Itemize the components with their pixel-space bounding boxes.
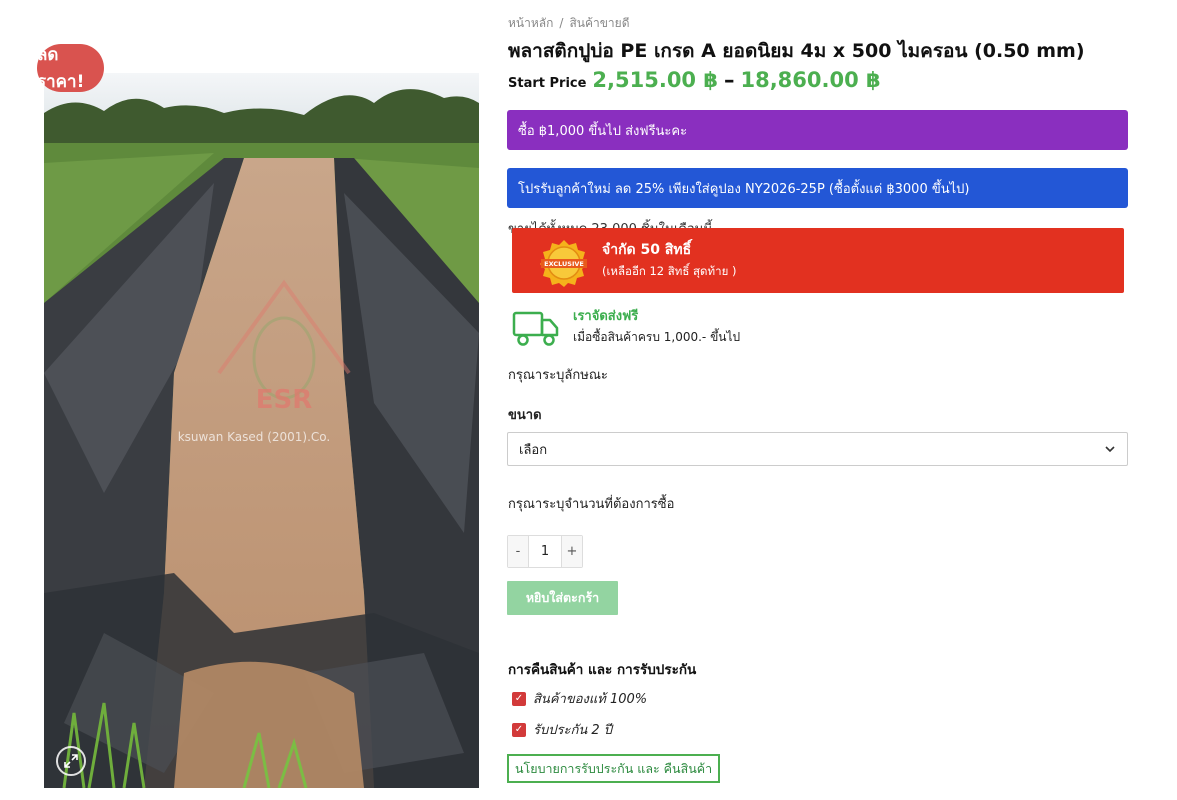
- expand-icon: [64, 754, 78, 768]
- free-shipping-info: เราจัดส่งฟรี เมื่อซื้อสินค้าครบ 1,000.- …: [512, 305, 812, 351]
- exclusive-title: จำกัด 50 สิทธิ์: [602, 242, 692, 258]
- price-label: Start Price: [508, 76, 587, 91]
- promo-free-shipping-bar: ซื้อ ฿1,000 ขึ้นไป ส่งฟรีนะคะ: [507, 110, 1128, 150]
- spec-label: กรุณาระบุลักษณะ: [508, 368, 608, 383]
- returns-item-warranty: ✓ รับประกัน 2 ปี: [512, 719, 612, 740]
- price-row: Start Price 2,515.00 ฿ – 18,860.00 ฿: [508, 68, 881, 92]
- exclusive-seal-icon: EXCLUSIVE: [540, 240, 587, 287]
- breadcrumb-home[interactable]: หน้าหลัก: [508, 16, 553, 30]
- truck-icon: [512, 311, 559, 346]
- promo-blue-text: โปรรับลูกค้าใหม่ ลด 25% เพียงใส่คูปอง NY…: [518, 181, 970, 197]
- quantity-input[interactable]: 1: [528, 536, 562, 567]
- exclusive-subtitle: (เหลืออีก 12 สิทธิ์ สุดท้าย ): [602, 264, 737, 278]
- sale-badge: ลดราคา!: [37, 44, 104, 92]
- quantity-minus-button[interactable]: -: [508, 536, 528, 567]
- breadcrumb: หน้าหลัก / สินค้าขายดี: [508, 14, 630, 33]
- price-min: 2,515.00 ฿: [592, 68, 718, 92]
- exclusive-seal-text: EXCLUSIVE: [544, 260, 584, 268]
- product-title: พลาสติกปูบ่อ PE เกรด A ยอดนิยม 4ม x 500 …: [508, 40, 1085, 62]
- size-select[interactable]: เลือก: [507, 432, 1128, 466]
- warranty-policy-button[interactable]: นโยบายการรับประกัน และ คืนสินค้า: [507, 754, 721, 783]
- returns-title: การคืนสินค้า และ การรับประกัน: [508, 662, 697, 678]
- zoom-button[interactable]: [56, 746, 86, 776]
- shipping-title: เราจัดส่งฟรี: [573, 309, 639, 324]
- product-image[interactable]: ESR ksuwan Kased (2001).Co.: [44, 73, 479, 788]
- breadcrumb-separator: /: [559, 16, 564, 30]
- returns-item-2-text: รับประกัน 2 ปี: [533, 723, 612, 738]
- product-photo: ESR ksuwan Kased (2001).Co.: [44, 73, 479, 788]
- returns-item-authentic: ✓ สินค้าของแท้ 100%: [512, 688, 647, 709]
- promo-purple-text: ซื้อ ฿1,000 ขึ้นไป ส่งฟรีนะคะ: [518, 123, 688, 139]
- quantity-plus-button[interactable]: +: [562, 536, 582, 567]
- chevron-down-icon: [1105, 446, 1115, 453]
- watermark-text: ksuwan Kased (2001).Co.: [178, 430, 331, 444]
- breadcrumb-category[interactable]: สินค้าขายดี: [569, 16, 629, 30]
- checkmark-icon: ✓: [512, 722, 526, 737]
- checkmark-icon: ✓: [512, 691, 526, 706]
- exclusive-banner: EXCLUSIVE จำกัด 50 สิทธิ์ (เหลืออีก 12 ส…: [512, 228, 1124, 293]
- price-max: 18,860.00 ฿: [740, 68, 881, 92]
- size-select-value: เลือก: [519, 442, 548, 458]
- watermark-logo: ESR: [256, 385, 313, 415]
- shipping-subtitle: เมื่อซื้อสินค้าครบ 1,000.- ขึ้นไป: [573, 330, 741, 344]
- quantity-label: กรุณาระบุจำนวนที่ต้องการซื้อ: [508, 497, 675, 512]
- promo-coupon-bar: โปรรับลูกค้าใหม่ ลด 25% เพียงใส่คูปอง NY…: [507, 168, 1128, 208]
- size-label: ขนาด: [508, 408, 542, 423]
- price-dash: –: [723, 68, 735, 92]
- quantity-stepper: - 1 +: [507, 535, 583, 568]
- add-to-cart-button[interactable]: หยิบใส่ตะกร้า: [507, 581, 618, 615]
- returns-item-1-text: สินค้าของแท้ 100%: [533, 692, 648, 707]
